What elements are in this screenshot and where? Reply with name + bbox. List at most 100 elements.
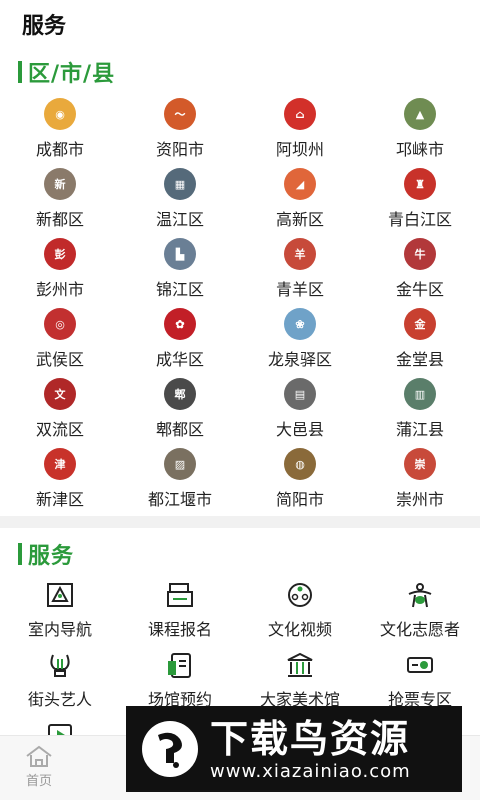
district-label: 崇州市 (395, 490, 444, 509)
district-logo-icon: ◉ (44, 98, 76, 130)
district-label: 都江堰市 (147, 490, 212, 509)
nav-home-label: 首页 (25, 774, 52, 789)
district-item[interactable]: 彭彭州市 (0, 234, 120, 304)
district-item[interactable]: 羊青羊区 (240, 234, 360, 304)
district-logo-mark: ▲ (415, 107, 425, 121)
map-pin-icon (43, 580, 77, 610)
district-logo-icon: 〜 (164, 98, 196, 130)
district-label: 高新区 (275, 210, 324, 229)
service-item[interactable]: 室内导航 (0, 576, 120, 646)
district-logo-mark: ▦ (174, 177, 186, 191)
district-logo-mark: ▨ (174, 457, 186, 471)
district-item[interactable]: 津新津区 (0, 444, 120, 514)
district-label: 阿坝州 (275, 140, 324, 159)
booking-document-icon (163, 650, 197, 680)
lyre-icon (43, 650, 77, 680)
district-label: 成都市 (35, 140, 84, 159)
service-label: 街头艺人 (27, 690, 92, 709)
district-logo-mark: 津 (54, 458, 66, 471)
district-grid: ◉ 成都市 〜资阳市 ⌂ 阿坝州 ▲ 邛崃市新新都区 ▦ 温江区 ◢ 高新区 ♜ 青白江区彭彭州市 ▙ 锦江… (0, 94, 480, 514)
service-label: 室内导航 (27, 620, 92, 639)
district-item[interactable]: ▤ 大邑县 (240, 374, 360, 444)
service-label: 课程报名 (147, 620, 212, 639)
watermark-url: www.xiazainiao.com (210, 760, 411, 782)
district-label: 温江区 (155, 210, 204, 229)
district-logo-icon: ▤ (284, 378, 316, 410)
district-logo-icon: 崇 (404, 448, 436, 480)
watermark-title: 下载鸟资源 (210, 716, 411, 761)
home-icon (26, 745, 52, 767)
district-item[interactable]: ▲ 邛崃市 (360, 94, 480, 164)
watermark-banner: 下载鸟资源 www.xiazainiao.com (126, 706, 462, 792)
district-logo-mark: 羊 (294, 248, 306, 261)
district-item[interactable]: ▨ 都江堰市 (120, 444, 240, 514)
district-logo-icon: 彭 (44, 238, 76, 270)
district-item[interactable]: ♜ 青白江区 (360, 164, 480, 234)
district-item[interactable]: ▥ 蒲江县 (360, 374, 480, 444)
nav-home-tab[interactable]: 首页 (24, 744, 54, 789)
district-logo-mark: ⌂ (295, 107, 305, 121)
district-logo-mark: ◎ (55, 317, 65, 331)
service-item[interactable]: 课程报名 (120, 576, 240, 646)
district-label: 郫都区 (155, 420, 204, 439)
district-label: 成华区 (155, 350, 204, 369)
district-logo-mark: 牛 (414, 248, 426, 261)
district-label: 双流区 (35, 420, 84, 439)
district-logo-icon: ▥ (404, 378, 436, 410)
district-label: 武侯区 (35, 350, 84, 369)
service-item[interactable]: 文化视频 (240, 576, 360, 646)
district-item[interactable]: ✿ 成华区 (120, 304, 240, 374)
section-accent-bar (18, 543, 22, 565)
district-logo-mark: ♜ (415, 177, 425, 191)
district-section-header: 区/市/县 (18, 56, 115, 88)
district-item[interactable]: ◎ 武侯区 (0, 304, 120, 374)
district-logo-mark: ◉ (55, 107, 65, 121)
district-logo-icon: ▙ (164, 238, 196, 270)
section-accent-bar (18, 61, 22, 83)
district-item[interactable]: ▙ 锦江区 (120, 234, 240, 304)
district-logo-icon: ◢ (284, 168, 316, 200)
district-item[interactable]: ⌂ 阿坝州 (240, 94, 360, 164)
district-logo-icon: ▦ (164, 168, 196, 200)
district-label: 彭州市 (35, 280, 84, 299)
district-item[interactable]: ◉ 成都市 (0, 94, 120, 164)
film-reel-icon (283, 580, 317, 610)
district-label: 龙泉驿区 (267, 350, 332, 369)
volunteer-icon (403, 580, 437, 610)
district-item[interactable]: 文双流区 (0, 374, 120, 444)
district-label: 锦江区 (155, 280, 204, 299)
district-label: 简阳市 (275, 490, 324, 509)
district-item[interactable]: 〜资阳市 (120, 94, 240, 164)
district-logo-icon: ◎ (44, 308, 76, 340)
district-logo-icon: ♜ (404, 168, 436, 200)
district-label: 青羊区 (275, 280, 324, 299)
district-logo-icon: 新 (44, 168, 76, 200)
district-label: 大邑县 (275, 420, 324, 439)
district-logo-mark: 新 (54, 178, 66, 191)
page-title: 服务 (22, 14, 67, 39)
district-item[interactable]: ▦ 温江区 (120, 164, 240, 234)
district-logo-mark: ▥ (414, 387, 426, 401)
district-logo-mark: 金 (414, 318, 426, 331)
district-logo-mark: ❀ (295, 317, 305, 331)
district-item[interactable]: ❀ 龙泉驿区 (240, 304, 360, 374)
bird-logo-icon (142, 721, 198, 777)
district-item[interactable]: 新新都区 (0, 164, 120, 234)
district-logo-mark: 崇 (414, 458, 426, 471)
district-logo-mark: 〜 (174, 108, 186, 121)
district-logo-icon: ✿ (164, 308, 196, 340)
service-item[interactable]: 街头艺人 (0, 646, 120, 716)
district-logo-icon: 牛 (404, 238, 436, 270)
district-item[interactable]: 崇崇州市 (360, 444, 480, 514)
section-divider (0, 516, 480, 528)
district-item[interactable]: 牛金牛区 (360, 234, 480, 304)
district-logo-icon: 文 (44, 378, 76, 410)
service-item[interactable]: 文化志愿者 (360, 576, 480, 646)
ticket-icon (403, 650, 437, 680)
district-item[interactable]: ◢ 高新区 (240, 164, 360, 234)
district-item[interactable]: ◍ 简阳市 (240, 444, 360, 514)
district-logo-mark: ▙ (175, 247, 185, 261)
district-item[interactable]: 金金堂县 (360, 304, 480, 374)
course-signup-icon (163, 580, 197, 610)
district-item[interactable]: 郫郫都区 (120, 374, 240, 444)
